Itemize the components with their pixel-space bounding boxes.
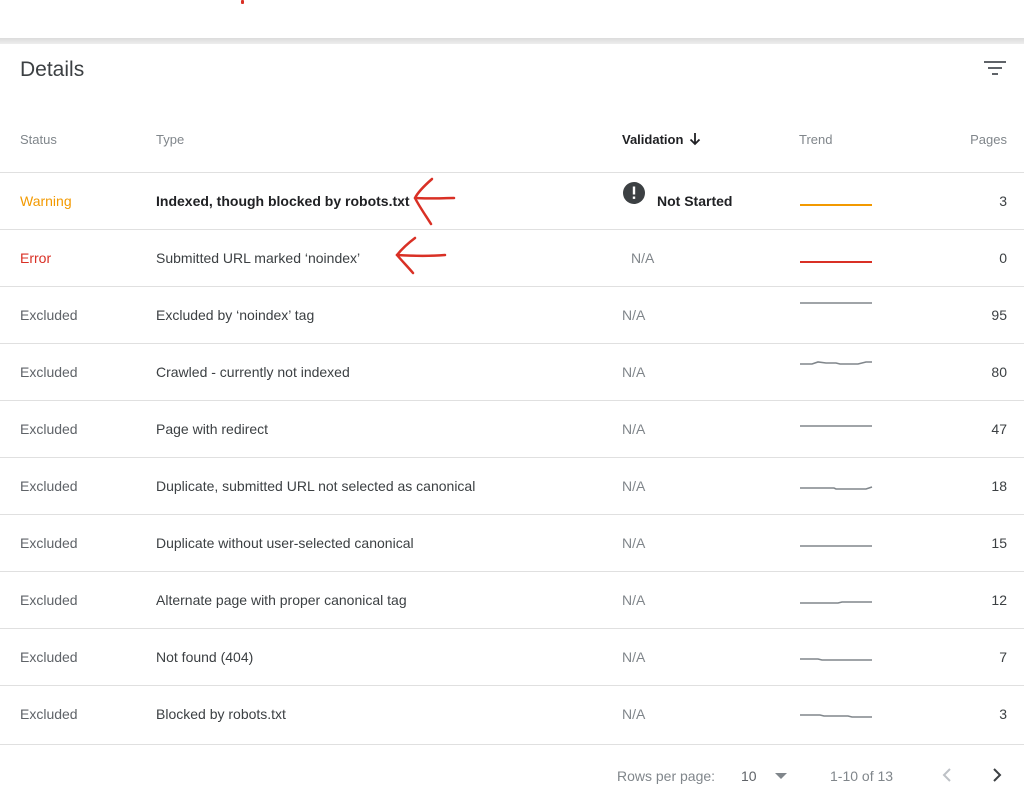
status-cell: Excluded bbox=[20, 364, 78, 380]
pages-cell: 80 bbox=[991, 364, 1007, 380]
table-row[interactable]: Excluded Duplicate, submitted URL not se… bbox=[0, 457, 1024, 515]
type-cell: Duplicate, submitted URL not selected as… bbox=[156, 478, 476, 494]
column-header-validation-label: Validation bbox=[622, 132, 684, 147]
validation-cell: N/A bbox=[622, 535, 646, 551]
column-header-type[interactable]: Type bbox=[156, 132, 184, 147]
type-cell: Crawled - currently not indexed bbox=[156, 364, 350, 380]
status-cell: Excluded bbox=[20, 649, 78, 665]
pages-cell: 0 bbox=[999, 250, 1007, 266]
status-cell: Excluded bbox=[20, 535, 78, 551]
trend-sparkline bbox=[800, 486, 873, 490]
trend-sparkline bbox=[800, 714, 872, 718]
filter-button[interactable] bbox=[983, 59, 1007, 79]
type-cell: Duplicate without user-selected canonica… bbox=[156, 535, 414, 551]
validation-cell: N/A bbox=[622, 421, 646, 437]
table-row[interactable]: Excluded Crawled - currently not indexed… bbox=[0, 343, 1024, 401]
column-header-status[interactable]: Status bbox=[20, 132, 57, 147]
table-row[interactable]: Error Submitted URL marked ‘noindex’ N/A… bbox=[0, 229, 1024, 287]
trend-sparkline bbox=[800, 302, 872, 304]
chevron-down-icon[interactable] bbox=[775, 773, 787, 779]
validation-cell: N/A bbox=[622, 307, 646, 323]
status-cell: Excluded bbox=[20, 592, 78, 608]
table-footer-divider bbox=[0, 744, 1024, 745]
chevron-left-icon bbox=[942, 768, 951, 782]
status-cell: Excluded bbox=[20, 307, 78, 323]
details-title: Details bbox=[20, 58, 85, 81]
arrow-down-icon bbox=[689, 132, 701, 149]
pages-cell: 7 bbox=[999, 649, 1007, 665]
column-header-pages[interactable]: Pages bbox=[970, 132, 1007, 147]
status-cell: Error bbox=[20, 250, 52, 266]
top-strip bbox=[0, 0, 1024, 40]
trend-sparkline bbox=[800, 204, 872, 206]
table-row[interactable]: Excluded Page with redirect N/A 47 bbox=[0, 400, 1024, 458]
pages-cell: 18 bbox=[991, 478, 1007, 494]
pagination-range: 1-10 of 13 bbox=[830, 768, 894, 784]
trend-sparkline bbox=[800, 425, 872, 427]
type-cell: Blocked by robots.txt bbox=[156, 706, 286, 722]
table-row[interactable]: Excluded Not found (404) N/A 7 bbox=[0, 628, 1024, 686]
pages-cell: 12 bbox=[991, 592, 1007, 608]
table-row[interactable]: Excluded Duplicate without user-selected… bbox=[0, 514, 1024, 572]
trend-sparkline bbox=[800, 658, 872, 661]
red-annotation-dot bbox=[241, 0, 244, 4]
validation-text: Not Started bbox=[657, 193, 733, 209]
chevron-right-icon bbox=[993, 768, 1002, 782]
pages-cell: 3 bbox=[999, 193, 1007, 209]
pages-cell: 3 bbox=[999, 706, 1007, 722]
type-cell: Page with redirect bbox=[156, 421, 269, 437]
type-cell: Not found (404) bbox=[156, 649, 254, 665]
status-cell: Excluded bbox=[20, 421, 78, 437]
type-cell: Alternate page with proper canonical tag bbox=[156, 592, 407, 608]
rows-per-page-label: Rows per page: bbox=[617, 768, 716, 784]
pages-cell: 95 bbox=[991, 307, 1007, 323]
validation-cell: N/A bbox=[622, 649, 646, 665]
validation-cell: N/A bbox=[622, 592, 646, 608]
column-header-trend[interactable]: Trend bbox=[799, 132, 832, 147]
details-card: Details Status Type Validation Trend Pag… bbox=[0, 44, 1024, 789]
validation-cell: N/A bbox=[631, 250, 655, 266]
pages-cell: 15 bbox=[991, 535, 1007, 551]
table-row[interactable]: Excluded Blocked by robots.txt N/A 3 bbox=[0, 685, 1024, 743]
validation-cell: Not Started bbox=[622, 173, 732, 230]
rows-per-page-select[interactable]: 10 bbox=[741, 768, 757, 784]
type-cell: Submitted URL marked ‘noindex’ bbox=[156, 250, 361, 266]
trend-sparkline bbox=[800, 261, 872, 263]
trend-sparkline bbox=[800, 601, 872, 604]
trend-sparkline bbox=[800, 545, 872, 547]
validation-cell: N/A bbox=[622, 478, 646, 494]
filter-icon bbox=[984, 61, 1006, 75]
table-row[interactable]: Warning Indexed, though blocked by robot… bbox=[0, 172, 1024, 230]
table-row[interactable]: Excluded Alternate page with proper cano… bbox=[0, 571, 1024, 629]
table-row[interactable]: Excluded Excluded by ‘noindex’ tag N/A 9… bbox=[0, 286, 1024, 344]
trend-sparkline bbox=[800, 361, 872, 365]
type-cell: Excluded by ‘noindex’ tag bbox=[156, 307, 315, 323]
validation-cell: N/A bbox=[622, 706, 646, 722]
previous-page-button[interactable] bbox=[940, 766, 954, 784]
next-page-button[interactable] bbox=[990, 766, 1004, 784]
validation-cell: N/A bbox=[622, 364, 646, 380]
type-cell: Indexed, though blocked by robots.txt bbox=[156, 193, 410, 209]
status-cell: Excluded bbox=[20, 706, 78, 722]
status-cell: Warning bbox=[20, 193, 72, 209]
column-header-validation[interactable]: Validation bbox=[622, 132, 701, 149]
exclamation-circle-icon bbox=[622, 172, 646, 229]
pages-cell: 47 bbox=[991, 421, 1007, 437]
status-cell: Excluded bbox=[20, 478, 78, 494]
